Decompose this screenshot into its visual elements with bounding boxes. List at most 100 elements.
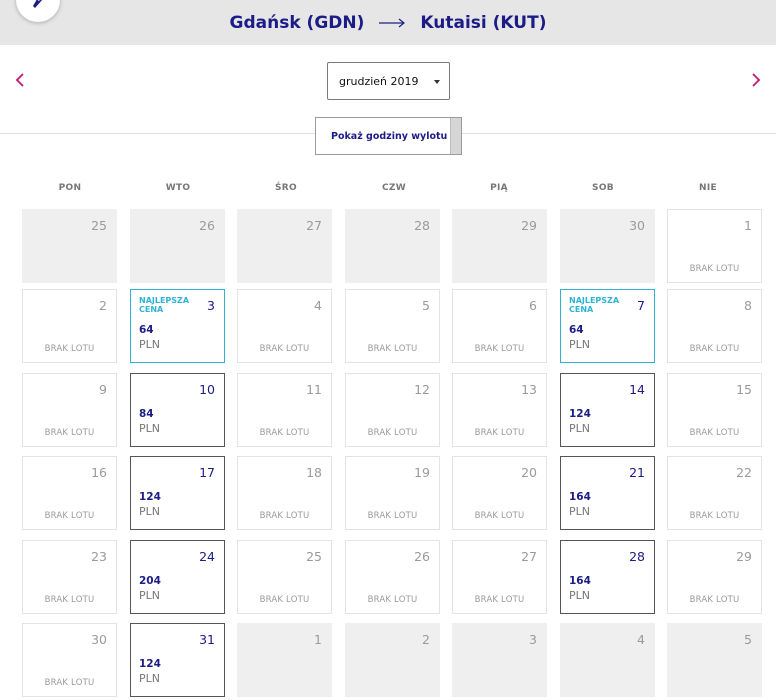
day-number: 26 xyxy=(199,218,215,233)
calendar-day: 19 BRAK LOTU xyxy=(345,456,440,530)
no-flight-label: BRAK LOTU xyxy=(689,344,740,354)
calendar-day[interactable]: 7 NAJLEPSZA CENA 64 PLN xyxy=(560,289,655,363)
calendar-day: 4 BRAK LOTU xyxy=(237,289,332,363)
day-number: 27 xyxy=(521,549,537,564)
day-number: 27 xyxy=(306,218,322,233)
calendar-day[interactable]: 3 NAJLEPSZA CENA 64 PLN xyxy=(130,289,225,363)
no-flight-label: BRAK LOTU xyxy=(474,344,525,354)
no-flight-label: BRAK LOTU xyxy=(367,428,418,438)
no-flight-label: BRAK LOTU xyxy=(259,428,310,438)
no-flight-label: BRAK LOTU xyxy=(44,344,95,354)
calendar-day: 6 BRAK LOTU xyxy=(452,289,547,363)
day-number: 29 xyxy=(736,549,752,564)
calendar-day: 2 BRAK LOTU xyxy=(22,289,117,363)
day-number: 25 xyxy=(306,549,322,564)
calendar-day: 27 BRAK LOTU xyxy=(452,540,547,614)
calendar-day-outside: 28 xyxy=(345,209,440,283)
day-number: 15 xyxy=(736,382,752,397)
day-number: 25 xyxy=(91,218,107,233)
day-number: 5 xyxy=(422,298,430,313)
price-currency: PLN xyxy=(569,422,590,435)
calendar-day[interactable]: 28 164 PLN xyxy=(560,540,655,614)
no-flight-label: BRAK LOTU xyxy=(474,428,525,438)
calendar-day: 25 BRAK LOTU xyxy=(237,540,332,614)
day-number: 30 xyxy=(91,632,107,647)
calendar-day[interactable]: 31 124 PLN xyxy=(130,623,225,697)
day-number: 20 xyxy=(521,465,537,480)
flight-price: 164 xyxy=(569,491,591,503)
no-flight-label: BRAK LOTU xyxy=(44,678,95,688)
calendar-day: 12 BRAK LOTU xyxy=(345,373,440,447)
day-number: 6 xyxy=(529,298,537,313)
day-number: 1 xyxy=(314,632,322,647)
flight-price: 64 xyxy=(139,324,154,336)
day-number: 30 xyxy=(629,218,645,233)
price-currency: PLN xyxy=(139,505,160,518)
calendar-day: 11 BRAK LOTU xyxy=(237,373,332,447)
no-flight-label: BRAK LOTU xyxy=(44,511,95,521)
day-number: 1 xyxy=(744,218,752,233)
day-number: 3 xyxy=(529,632,537,647)
calendar-day-outside: 1 xyxy=(237,623,332,697)
calendar-day-outside: 5 xyxy=(667,623,762,697)
price-currency: PLN xyxy=(139,589,160,602)
day-number: 29 xyxy=(521,218,537,233)
calendar-day[interactable]: 21 164 PLN xyxy=(560,456,655,530)
calendar-day: 13 BRAK LOTU xyxy=(452,373,547,447)
no-flight-label: BRAK LOTU xyxy=(689,595,740,605)
day-number: 4 xyxy=(314,298,322,313)
day-number: 12 xyxy=(414,382,430,397)
day-number: 9 xyxy=(99,382,107,397)
calendar-day: 26 BRAK LOTU xyxy=(345,540,440,614)
calendar-day-outside: 26 xyxy=(130,209,225,283)
calendar-day[interactable]: 10 84 PLN xyxy=(130,373,225,447)
day-number: 24 xyxy=(199,549,215,564)
price-currency: PLN xyxy=(569,338,590,351)
day-number: 23 xyxy=(91,549,107,564)
price-currency: PLN xyxy=(569,505,590,518)
day-number: 7 xyxy=(637,298,645,313)
calendar-day[interactable]: 24 204 PLN xyxy=(130,540,225,614)
no-flight-label: BRAK LOTU xyxy=(474,511,525,521)
no-flight-label: BRAK LOTU xyxy=(474,595,525,605)
flight-price: 164 xyxy=(569,575,591,587)
price-currency: PLN xyxy=(139,338,160,351)
day-number: 2 xyxy=(422,632,430,647)
no-flight-label: BRAK LOTU xyxy=(259,595,310,605)
flight-price: 124 xyxy=(139,658,161,670)
flight-price: 124 xyxy=(139,491,161,503)
calendar-day-outside: 30 xyxy=(560,209,655,283)
day-number: 18 xyxy=(306,465,322,480)
day-number: 26 xyxy=(414,549,430,564)
calendar-day[interactable]: 14 124 PLN xyxy=(560,373,655,447)
calendar-day: 1 BRAK LOTU xyxy=(667,209,762,283)
no-flight-label: BRAK LOTU xyxy=(689,264,740,274)
day-number: 10 xyxy=(199,382,215,397)
calendar-day: 22 BRAK LOTU xyxy=(667,456,762,530)
day-number: 13 xyxy=(521,382,537,397)
day-number: 17 xyxy=(199,465,215,480)
day-number: 14 xyxy=(629,382,645,397)
day-number: 5 xyxy=(744,632,752,647)
calendar-day-outside: 25 xyxy=(22,209,117,283)
no-flight-label: BRAK LOTU xyxy=(367,511,418,521)
calendar-day: 8 BRAK LOTU xyxy=(667,289,762,363)
day-number: 31 xyxy=(199,632,215,647)
no-flight-label: BRAK LOTU xyxy=(689,428,740,438)
day-number: 3 xyxy=(207,298,215,313)
no-flight-label: BRAK LOTU xyxy=(367,344,418,354)
day-number: 11 xyxy=(306,382,322,397)
calendar-day: 9 BRAK LOTU xyxy=(22,373,117,447)
calendar-day: 29 BRAK LOTU xyxy=(667,540,762,614)
day-number: 8 xyxy=(744,298,752,313)
flight-price: 204 xyxy=(139,575,161,587)
day-number: 16 xyxy=(91,465,107,480)
day-number: 22 xyxy=(736,465,752,480)
day-number: 19 xyxy=(414,465,430,480)
calendar-day[interactable]: 17 124 PLN xyxy=(130,456,225,530)
calendar-day: 15 BRAK LOTU xyxy=(667,373,762,447)
day-number: 21 xyxy=(629,465,645,480)
no-flight-label: BRAK LOTU xyxy=(259,511,310,521)
best-price-badge: NAJLEPSZA CENA xyxy=(139,296,190,314)
price-currency: PLN xyxy=(569,589,590,602)
